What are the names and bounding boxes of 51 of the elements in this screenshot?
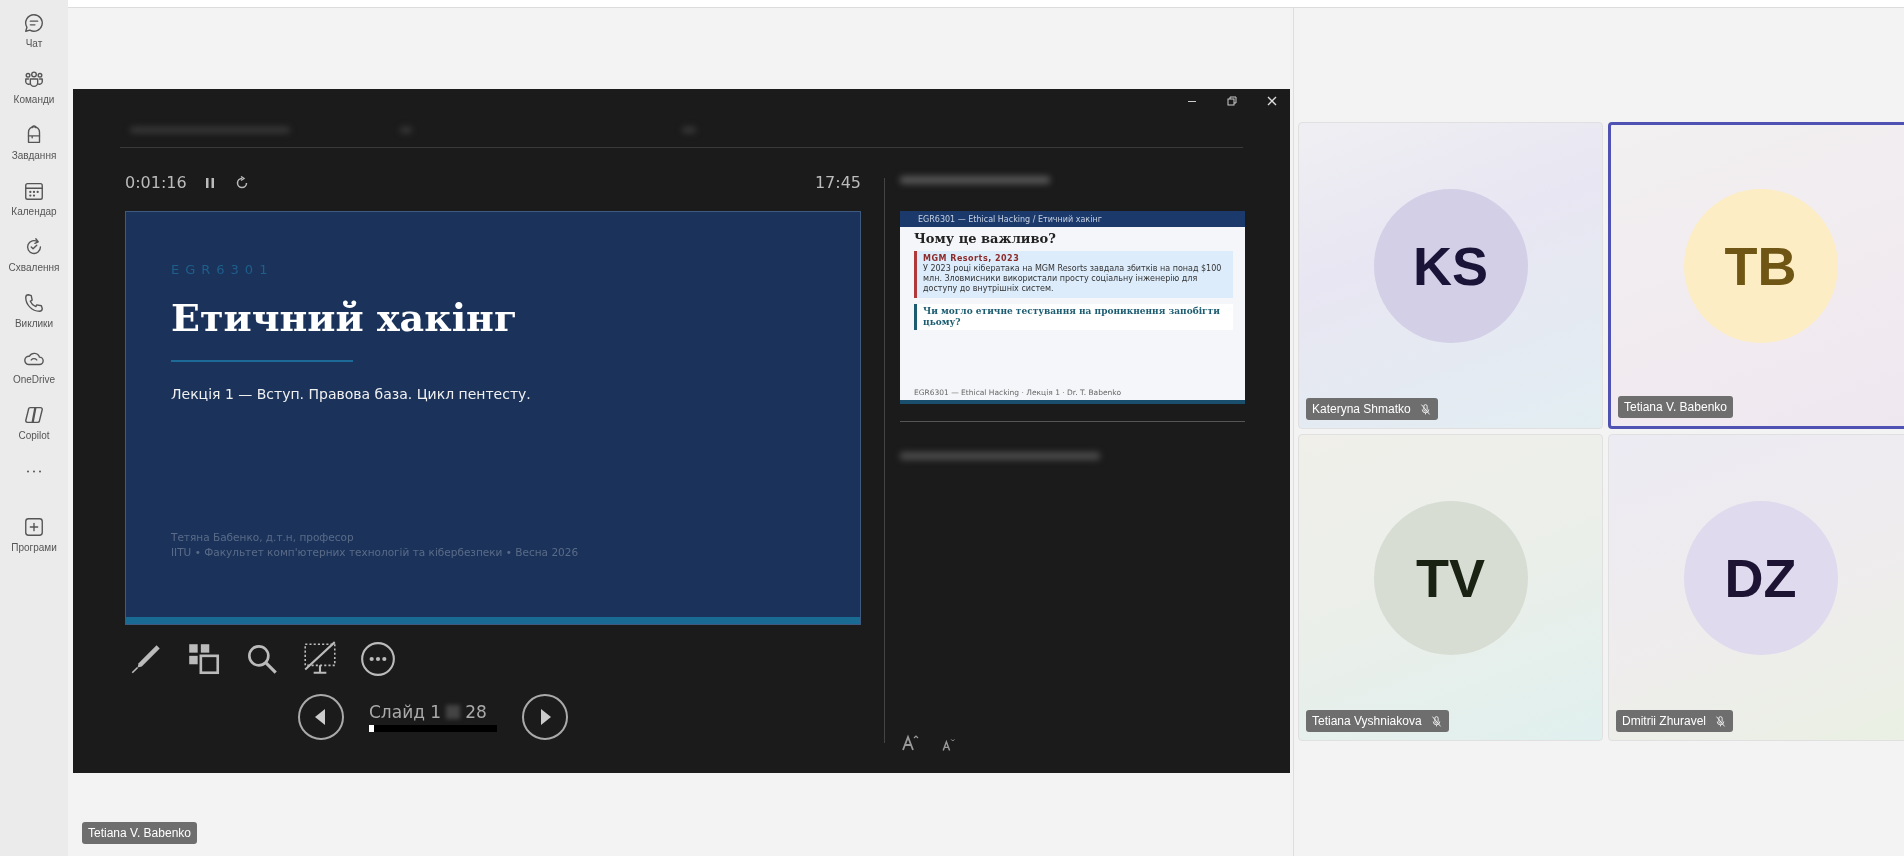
plus-square-icon [23,516,45,538]
participant-tile[interactable]: DZ Dmitrii Zhuravel [1608,434,1904,741]
sidebar-item[interactable]: Завдання [11,124,57,180]
slide-subtitle: Лекція 1 — Вступ. Правова база. Цикл пентесту. [171,386,532,402]
phone-icon [23,292,45,314]
sidebar-item[interactable]: Виклики [14,292,54,348]
sidebar-item[interactable]: Чат [23,12,45,68]
restore-icon[interactable] [1226,95,1238,107]
avatar: TB [1683,188,1838,343]
sidebar-item[interactable]: Copilot [18,404,50,460]
author-line: Тетяна Бабенко, д.т.н, професор [171,530,355,545]
sidebar-item[interactable]: Команди [13,68,55,124]
participant-name: Tetiana Vyshniakova [1312,714,1422,728]
institution-line: IITU • Факультет комп'ютерних технологій та кібербезпеки • Весна 2026 [171,545,580,560]
sidebar-item[interactable]: Програми [11,516,57,572]
next-slide-icon[interactable] [521,693,569,741]
question-text: Чи могло етичне тестування на проникнення запобігти цьому? [914,304,1233,330]
sidebar-item[interactable]: OneDrive [12,348,56,404]
slide-title: Чому це важливо? [914,231,1057,246]
slide-counter: Слайд 1 [369,702,442,722]
slide-total: 28 [465,702,487,722]
more-icon [27,470,41,473]
close-icon[interactable] [1266,95,1278,107]
participant-tile[interactable]: TB Tetiana V. Babenko [1608,122,1904,429]
blurred-text [446,705,461,719]
elapsed-timer: 0:01:16 [125,173,187,192]
participant-tile[interactable]: TV Tetiana Vyshniakova [1298,434,1603,741]
more-options-icon[interactable] [359,640,397,678]
avatar: KS [1373,188,1528,343]
restart-icon[interactable] [234,175,249,190]
slide-header-text: EGR6301 — Ethical Hacking / Етичний хакінг [918,214,1102,224]
clock-time: 17:45 [814,173,861,192]
decrease-font-icon[interactable] [940,737,956,753]
name-tag: Tetiana V. Babenko [82,822,197,844]
slide-title: Етичний хакінг [171,295,519,340]
callout-text: У 2023 році кібератака на MGM Resorts завдала збитків на понад $100 млн. Зловмисники використали просту соціальну інженерію для доступу до внутрішніх систем. [923,264,1223,294]
sidebar-item[interactable]: Схвалення [8,236,60,292]
callout-label: MGM Resorts, 2023 [923,254,1021,263]
participant-name: Dmitrii Zhuravel [1622,714,1706,728]
chat-icon [23,12,45,34]
participant-name: Kateryna Shmatko [1312,402,1411,416]
avatar: DZ [1683,500,1838,655]
sidebar-item[interactable]: Календар [11,180,57,236]
avatar: TV [1373,500,1528,655]
participant-tile[interactable]: KS Kateryna Shmatko [1298,122,1603,429]
participant-name: Tetiana V. Babenko [1624,400,1727,414]
next-slide-preview[interactable] [900,211,1245,404]
previous-slide-icon[interactable] [297,693,345,741]
copilot-icon [23,404,45,426]
increase-font-icon[interactable] [900,733,920,753]
calendar-icon [23,180,45,202]
